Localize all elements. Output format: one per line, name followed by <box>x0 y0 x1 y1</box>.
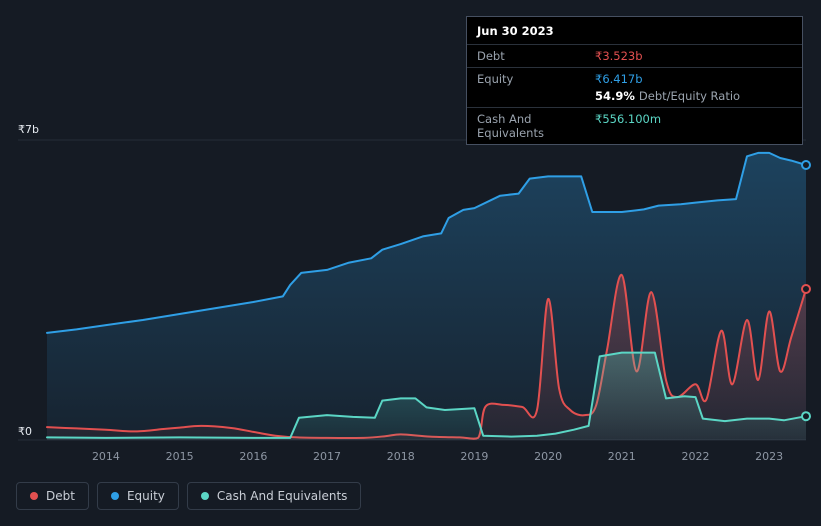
tooltip-cash-label: Cash And Equivalents <box>477 112 544 140</box>
tooltip-equity-value: ₹6.417b <box>595 72 643 86</box>
tooltip-equity-label: Equity <box>477 72 514 86</box>
chart-legend: Debt Equity Cash And Equivalents <box>16 482 362 510</box>
x-axis-label: 2017 <box>313 450 342 463</box>
x-axis-label: 2022 <box>681 450 710 463</box>
x-axis-label: 2014 <box>91 450 120 463</box>
x-axis-label: 2021 <box>607 450 636 463</box>
x-axis-label: 2016 <box>239 450 268 463</box>
cash-series-dot-icon <box>200 492 209 500</box>
y-axis-max-label: ₹7b <box>18 123 39 136</box>
chart-tooltip: Jun 30 2023 Debt ₹3.523b Equity ₹6.417b … <box>466 16 803 145</box>
tooltip-debt-equity-ratio: 54.9% Debt/Equity Ratio <box>595 89 740 103</box>
legend-equity-label: Equity <box>126 489 165 503</box>
x-axis: 2014 2015 2016 2017 2018 2019 2020 2021 2022 2023 <box>0 450 821 466</box>
equity-series-dot-icon <box>110 492 119 500</box>
x-axis-label: 2018 <box>386 450 415 463</box>
legend-debt-label: Debt <box>46 489 75 503</box>
tooltip-ratio-label: Debt/Equity Ratio <box>638 89 741 103</box>
tooltip-debt-value: ₹3.523b <box>595 49 643 63</box>
legend-cash-label: Cash And Equivalents <box>216 489 348 503</box>
equity-end-marker <box>801 160 811 170</box>
legend-item-debt[interactable]: Debt <box>16 482 89 510</box>
debt-end-marker <box>801 284 811 294</box>
cash-and-equivalents-end-marker <box>801 411 811 422</box>
tooltip-cash-value: ₹556.100m <box>595 112 662 126</box>
debt-equity-history-panel: ₹7b ₹0 2014 2015 2016 2017 2018 2019 2020 2021 2… <box>0 0 821 526</box>
tooltip-row-cash: Cash And Equivalents ₹556.100m <box>467 108 802 144</box>
y-axis-zero-label: ₹0 <box>18 425 32 438</box>
tooltip-row-equity: Equity ₹6.417b 54.9% Debt/Equity Ratio <box>467 68 802 108</box>
x-axis-label: 2015 <box>165 450 194 463</box>
debt-series-dot-icon <box>30 492 38 500</box>
x-axis-label: 2023 <box>755 450 784 463</box>
tooltip-date: Jun 30 2023 <box>467 17 802 45</box>
legend-item-equity[interactable]: Equity <box>96 482 179 510</box>
x-axis-label: 2019 <box>460 450 489 463</box>
x-axis-label: 2020 <box>534 450 563 463</box>
legend-item-cash-and-equivalents[interactable]: Cash And Equivalents <box>186 482 362 510</box>
tooltip-ratio-value: 54.9% <box>595 89 635 103</box>
tooltip-debt-label: Debt <box>477 49 505 63</box>
tooltip-row-debt: Debt ₹3.523b <box>467 45 802 68</box>
